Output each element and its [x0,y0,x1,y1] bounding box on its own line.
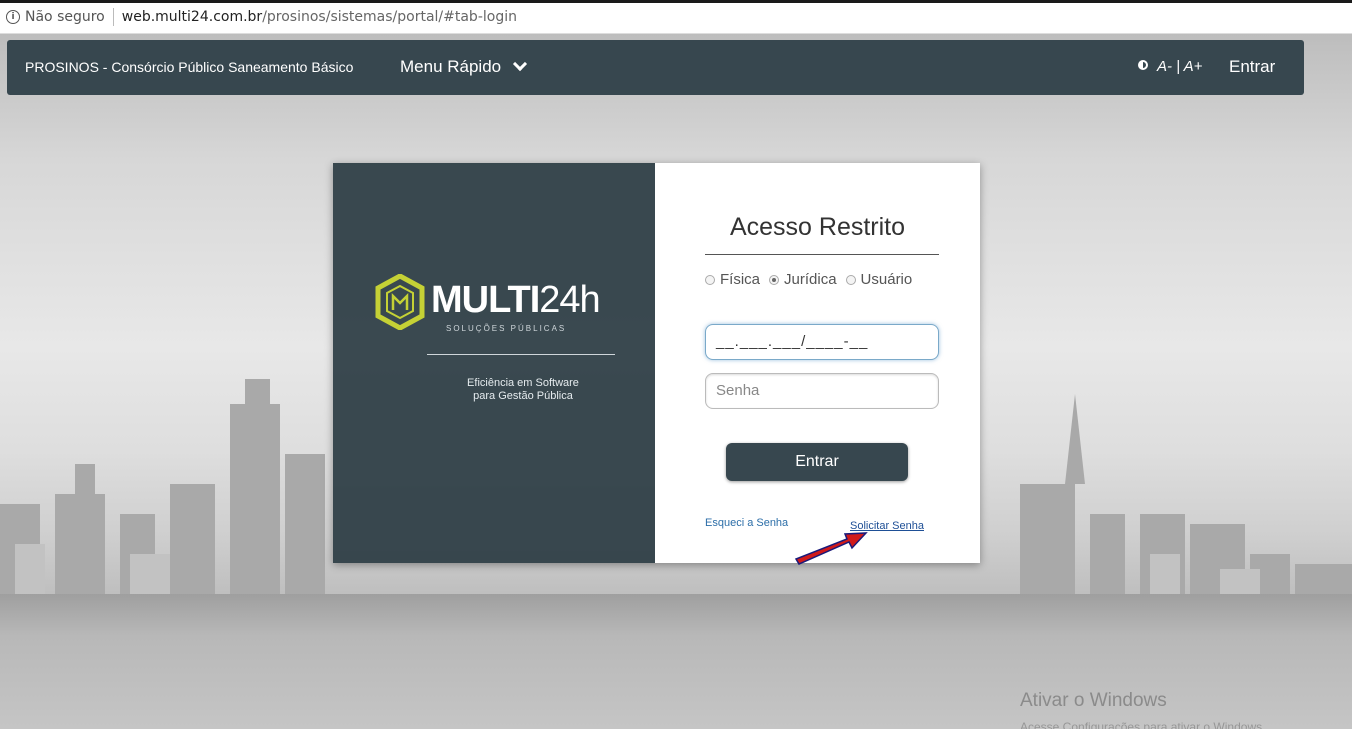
annotation-arrow-icon [794,532,868,565]
multi24h-logo-icon [375,274,425,330]
tagline: Eficiência em Software para Gestão Públi… [453,377,593,403]
info-icon[interactable]: i [6,9,20,24]
address-bar[interactable]: i Não seguro web.multi24.com.br/prosinos… [0,0,1352,30]
radio-fisica[interactable] [705,274,715,285]
security-label: Não seguro [25,8,105,25]
tagline-line2: para Gestão Pública [473,390,573,402]
logo-subtitle: SOLUÇÕES PÚBLICAS [446,324,567,333]
site-brand[interactable]: PROSINOS - Consórcio Público Saneamento … [25,59,353,75]
url-host: web.multi24.com.br [121,8,263,25]
radio-fisica-label[interactable]: Física [720,271,760,288]
nav-login-link[interactable]: Entrar [1229,57,1275,77]
branding-panel: MULTI24h SOLUÇÕES PÚBLICAS Eficiência em… [333,163,655,563]
activation-watermark-subtitle: Acesse Configurações para ativar o Windo… [1020,720,1266,729]
logo-main-text: MULTI [431,279,540,321]
radio-juridica-label[interactable]: Jurídica [784,271,837,288]
branding-divider [427,354,615,355]
font-size-control[interactable]: A- | A+ [1157,58,1202,75]
title-underline [705,254,939,255]
person-type-radio-group: Física Jurídica Usuário [705,271,921,288]
forgot-password-link[interactable]: Esqueci a Senha [705,517,788,529]
login-submit-button[interactable]: Entrar [726,443,908,481]
login-form-panel: Acesso Restrito Física Jurídica Usuário … [655,163,980,563]
login-title: Acesso Restrito [729,213,906,241]
url-path: /prosinos/sistemas/portal/#tab-login [262,8,517,25]
quick-menu-label: Menu Rápido [400,57,502,76]
top-navbar: PROSINOS - Consórcio Público Saneamento … [7,40,1304,95]
login-card: MULTI24h SOLUÇÕES PÚBLICAS Eficiência em… [333,163,980,563]
tagline-line1: Eficiência em Software [467,377,579,389]
radio-usuario-label[interactable]: Usuário [861,271,913,288]
contrast-icon[interactable] [1138,60,1148,70]
cnpj-input[interactable]: __.___.___/____-__ [705,324,939,360]
radio-usuario[interactable] [845,274,856,285]
logo-wordmark: MULTI24h [431,279,601,322]
activation-watermark-title: Ativar o Windows [1020,690,1167,711]
radio-juridica[interactable] [769,274,780,285]
chevron-down-icon [513,56,528,72]
address-separator [112,7,114,26]
password-input[interactable]: Senha [705,373,939,409]
quick-menu-dropdown[interactable]: Menu Rápido [400,56,528,77]
logo-accent-text: 24h [539,279,600,321]
